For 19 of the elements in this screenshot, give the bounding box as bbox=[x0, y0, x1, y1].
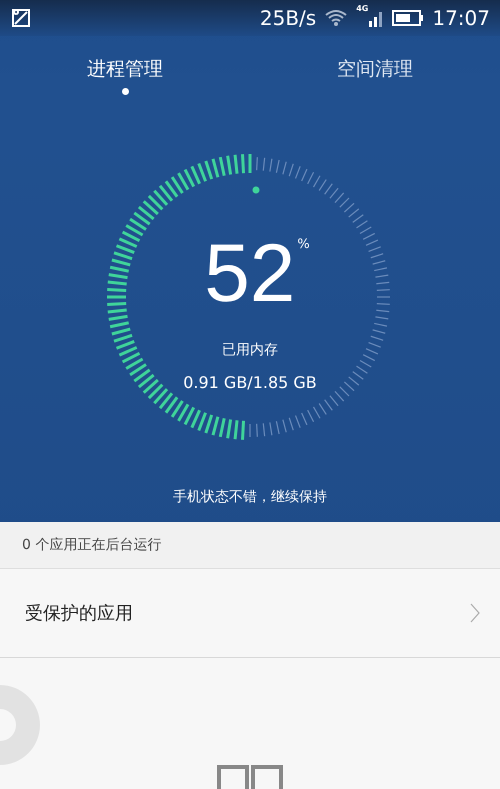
signal-icon bbox=[368, 9, 384, 27]
memory-usage: 0.91 GB/1.85 GB bbox=[183, 372, 317, 392]
memory-percentage: 52 bbox=[204, 232, 296, 314]
wifi-icon bbox=[324, 9, 348, 27]
battery-icon bbox=[392, 10, 424, 26]
tab[interactable]: 空间清理 bbox=[250, 36, 500, 100]
network-speed: 25B/s bbox=[260, 6, 316, 30]
chevron-right-icon bbox=[470, 603, 480, 623]
percent-sign: % bbox=[297, 236, 310, 252]
squares-icon bbox=[217, 765, 283, 789]
background-apps-info: 0 个应用正在后台运行 bbox=[22, 536, 162, 554]
tab[interactable]: 进程管理 bbox=[0, 36, 250, 100]
status-message: 手机状态不错，继续保持 bbox=[173, 488, 327, 506]
image-icon bbox=[12, 9, 30, 27]
network-type: 4G bbox=[356, 4, 368, 13]
clock: 17:07 bbox=[432, 6, 490, 30]
memory-label: 已用内存 bbox=[222, 340, 278, 358]
menu-item-label: 受保护的应用 bbox=[25, 602, 133, 625]
gauge-indicator bbox=[252, 186, 260, 194]
